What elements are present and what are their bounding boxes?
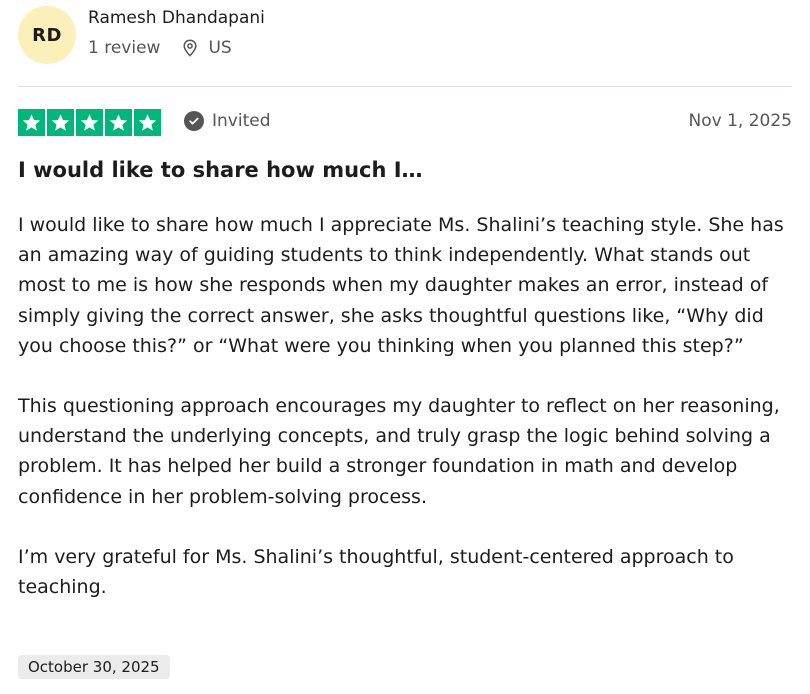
reviewer-location: US [208,38,232,58]
review-paragraph: I would like to share how much I appreci… [18,214,784,357]
avatar[interactable]: RD [18,6,76,64]
star-icon [134,109,161,136]
invited-badge[interactable]: Invited [184,111,271,131]
star-icon [18,109,45,136]
star-icon [76,109,103,136]
divider [18,86,792,87]
location-pin-icon [182,39,198,57]
review-paragraph: This questioning approach encourages my … [18,395,780,508]
review-count: 1 review [88,38,161,58]
reviewer-meta: 1 review US [88,38,232,58]
star-icon [47,109,74,136]
experience-date: October 30, 2025 [18,655,170,679]
star-rating [18,109,161,136]
review-date: Nov 1, 2025 [688,111,792,131]
invited-label: Invited [212,111,271,131]
avatar-initials: RD [32,24,62,46]
review-paragraph: I’m very grateful for Ms. Shalini’s thou… [18,545,734,599]
star-icon [105,109,132,136]
reviewer-name[interactable]: Ramesh Dhandapani [88,8,265,28]
review-title[interactable]: I would like to share how much I… [18,158,423,182]
check-circle-icon [184,111,204,131]
review-body: I would like to share how much I appreci… [18,210,788,632]
